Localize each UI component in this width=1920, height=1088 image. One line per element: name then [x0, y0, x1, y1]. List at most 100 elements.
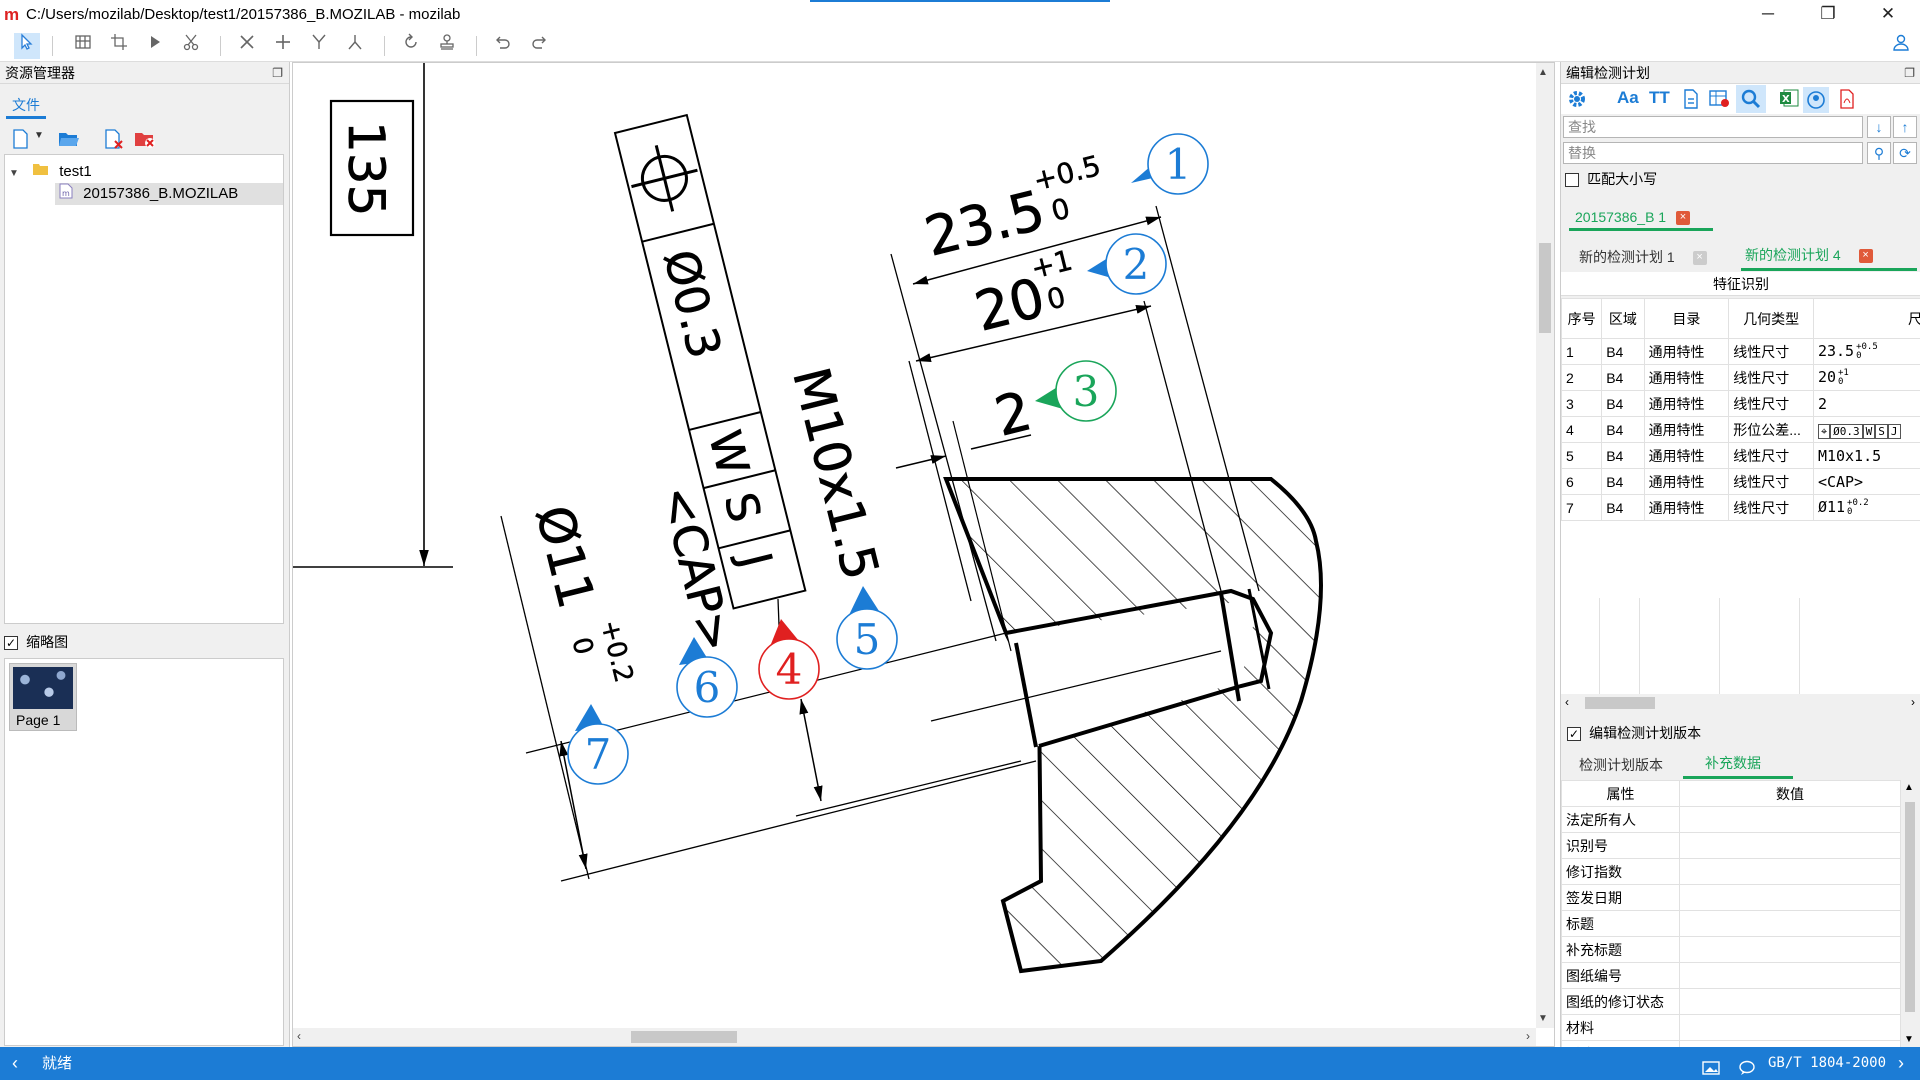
- page-thumbnail[interactable]: Page 1: [9, 663, 77, 731]
- table-row[interactable]: 7B4通用特性线性尺寸Ø11+0.20: [1562, 495, 1920, 521]
- match-case-checkbox[interactable]: [1565, 173, 1579, 187]
- stamp-icon[interactable]: [434, 33, 460, 59]
- col-header-size[interactable]: 尺寸: [1813, 299, 1920, 339]
- close-tab-icon[interactable]: ×: [1676, 211, 1690, 225]
- property-row[interactable]: 标题: [1562, 911, 1901, 937]
- scroll-left-icon[interactable]: ‹: [1565, 695, 1569, 709]
- canvas-hscroll-thumb[interactable]: [631, 1031, 737, 1043]
- split-icon[interactable]: [342, 33, 368, 59]
- image-icon[interactable]: [1702, 1055, 1720, 1088]
- match-case-row[interactable]: 匹配大小写: [1565, 168, 1657, 190]
- user-account-icon[interactable]: [1888, 33, 1914, 59]
- balloon-4[interactable]: 4: [759, 619, 819, 699]
- table-row[interactable]: 5B4通用特性线性尺寸M10x1.5: [1562, 443, 1920, 469]
- open-folder-icon[interactable]: [58, 129, 80, 153]
- property-value[interactable]: [1680, 937, 1901, 963]
- pdf-icon[interactable]: [1839, 89, 1855, 113]
- property-value[interactable]: [1680, 963, 1901, 989]
- redo-icon[interactable]: [526, 33, 552, 59]
- excel-icon[interactable]: X: [1779, 88, 1799, 112]
- canvas-vertical-scrollbar[interactable]: ▲ ▼: [1536, 63, 1554, 1028]
- table-row[interactable]: 2B4通用特性线性尺寸20+10: [1562, 365, 1920, 391]
- tree-item-test1[interactable]: ▼ test1: [9, 161, 92, 183]
- feature-hscroll-thumb[interactable]: [1585, 697, 1655, 709]
- dock-pin-icon[interactable]: ❐: [272, 62, 283, 84]
- find-next-down-icon[interactable]: ↓: [1867, 116, 1891, 138]
- table-row[interactable]: 1B4通用特性线性尺寸23.5+0.50: [1562, 339, 1920, 365]
- thumbnail-checkbox[interactable]: ✓: [4, 636, 18, 650]
- balloon-5[interactable]: 5: [837, 586, 897, 669]
- tab-plan-version[interactable]: 检测计划版本: [1579, 754, 1663, 776]
- table-export-icon[interactable]: [1709, 89, 1731, 113]
- table-row[interactable]: 3B4通用特性线性尺寸2: [1562, 391, 1920, 417]
- delete-x-icon[interactable]: [234, 33, 260, 59]
- search-active-icon[interactable]: [1736, 85, 1766, 113]
- new-file-icon[interactable]: [12, 129, 30, 153]
- col-header-geometry[interactable]: 几何类型: [1729, 299, 1814, 339]
- col-header-zone[interactable]: 区域: [1602, 299, 1644, 339]
- property-row[interactable]: 材料: [1562, 1015, 1901, 1041]
- remove-file-icon[interactable]: [104, 129, 124, 153]
- edit-version-row[interactable]: ✓ 编辑检测计划版本: [1567, 722, 1701, 744]
- canvas-horizontal-scrollbar[interactable]: ‹ ›: [293, 1028, 1536, 1046]
- canvas-vscroll-thumb[interactable]: [1539, 243, 1551, 333]
- replace-search-icon[interactable]: ⚲: [1867, 142, 1891, 164]
- replace-input[interactable]: 替换: [1563, 142, 1863, 164]
- col-header-catalog[interactable]: 目录: [1644, 299, 1729, 339]
- col-header-property[interactable]: 属性: [1562, 781, 1680, 807]
- tree-item-mozilab-file[interactable]: m 20157386_B.MOZILAB: [55, 183, 283, 205]
- property-value[interactable]: [1680, 911, 1901, 937]
- col-header-value[interactable]: 数值: [1680, 781, 1901, 807]
- property-value[interactable]: [1680, 807, 1901, 833]
- maximize-button[interactable]: ❐: [1800, 0, 1856, 30]
- new-file-dropdown-icon[interactable]: ▼: [34, 130, 44, 141]
- status-next-icon[interactable]: ›: [1898, 1047, 1904, 1080]
- property-row[interactable]: 识别号: [1562, 833, 1901, 859]
- text-transform-icon[interactable]: TT: [1649, 88, 1670, 108]
- edit-version-checkbox[interactable]: ✓: [1567, 727, 1581, 741]
- status-prev-icon[interactable]: ‹: [12, 1047, 18, 1080]
- minimize-button[interactable]: ─: [1740, 0, 1796, 30]
- grid-tool-icon[interactable]: [70, 33, 96, 59]
- property-row[interactable]: 修订指数: [1562, 859, 1901, 885]
- scroll-down-icon[interactable]: ▼: [1538, 1013, 1548, 1024]
- find-input[interactable]: 查找: [1563, 116, 1863, 138]
- tab-drawing-file[interactable]: 20157386_B 1 ×: [1575, 206, 1690, 228]
- find-prev-up-icon[interactable]: ↑: [1893, 116, 1917, 138]
- add-plus-icon[interactable]: [270, 33, 296, 59]
- close-tab-icon[interactable]: ×: [1859, 249, 1873, 263]
- tab-supplementary-data[interactable]: 补充数据: [1705, 752, 1761, 774]
- table-row[interactable]: 4B4通用特性形位公差...⌖Ø0.3WSJ: [1562, 417, 1920, 443]
- scroll-right-icon[interactable]: ›: [1526, 1029, 1530, 1043]
- document-icon[interactable]: [1683, 89, 1699, 113]
- property-value[interactable]: [1680, 885, 1901, 911]
- drawing-canvas[interactable]: 135: [292, 62, 1555, 1047]
- property-row[interactable]: 法定所有人: [1562, 807, 1901, 833]
- undo-icon[interactable]: [490, 33, 516, 59]
- table-row[interactable]: 6B4通用特性线性尺寸<CAP>: [1562, 469, 1920, 495]
- dock-pin-icon[interactable]: ❐: [1904, 62, 1915, 84]
- scroll-up-icon[interactable]: ▲: [1904, 782, 1914, 793]
- property-row[interactable]: 图纸的修订状态: [1562, 989, 1901, 1015]
- rotate-icon[interactable]: [398, 33, 424, 59]
- merge-icon[interactable]: [306, 33, 332, 59]
- tree-expand-icon[interactable]: ▼: [9, 168, 19, 179]
- tolerance-standard[interactable]: GB/T 1804-2000: [1768, 1047, 1886, 1080]
- balloon-3[interactable]: 3: [1035, 361, 1116, 421]
- close-button[interactable]: ✕: [1860, 0, 1916, 30]
- scroll-up-icon[interactable]: ▲: [1538, 67, 1548, 78]
- property-value[interactable]: [1680, 833, 1901, 859]
- chat-bubble-icon[interactable]: [1738, 1055, 1756, 1088]
- close-tab-icon[interactable]: ×: [1693, 251, 1707, 265]
- play-icon[interactable]: [142, 33, 168, 59]
- scroll-right-icon[interactable]: ›: [1911, 695, 1915, 709]
- tab-files[interactable]: 文件: [12, 94, 40, 116]
- location-pin-icon[interactable]: [1803, 87, 1829, 113]
- cut-icon[interactable]: [178, 33, 204, 59]
- tab-plan-4[interactable]: 新的检测计划 4 ×: [1745, 244, 1873, 266]
- select-tool-icon[interactable]: [14, 33, 40, 59]
- property-value[interactable]: [1680, 859, 1901, 885]
- crop-tool-icon[interactable]: [106, 33, 132, 59]
- replace-all-icon[interactable]: ⟳: [1893, 142, 1917, 164]
- scroll-left-icon[interactable]: ‹: [297, 1029, 301, 1043]
